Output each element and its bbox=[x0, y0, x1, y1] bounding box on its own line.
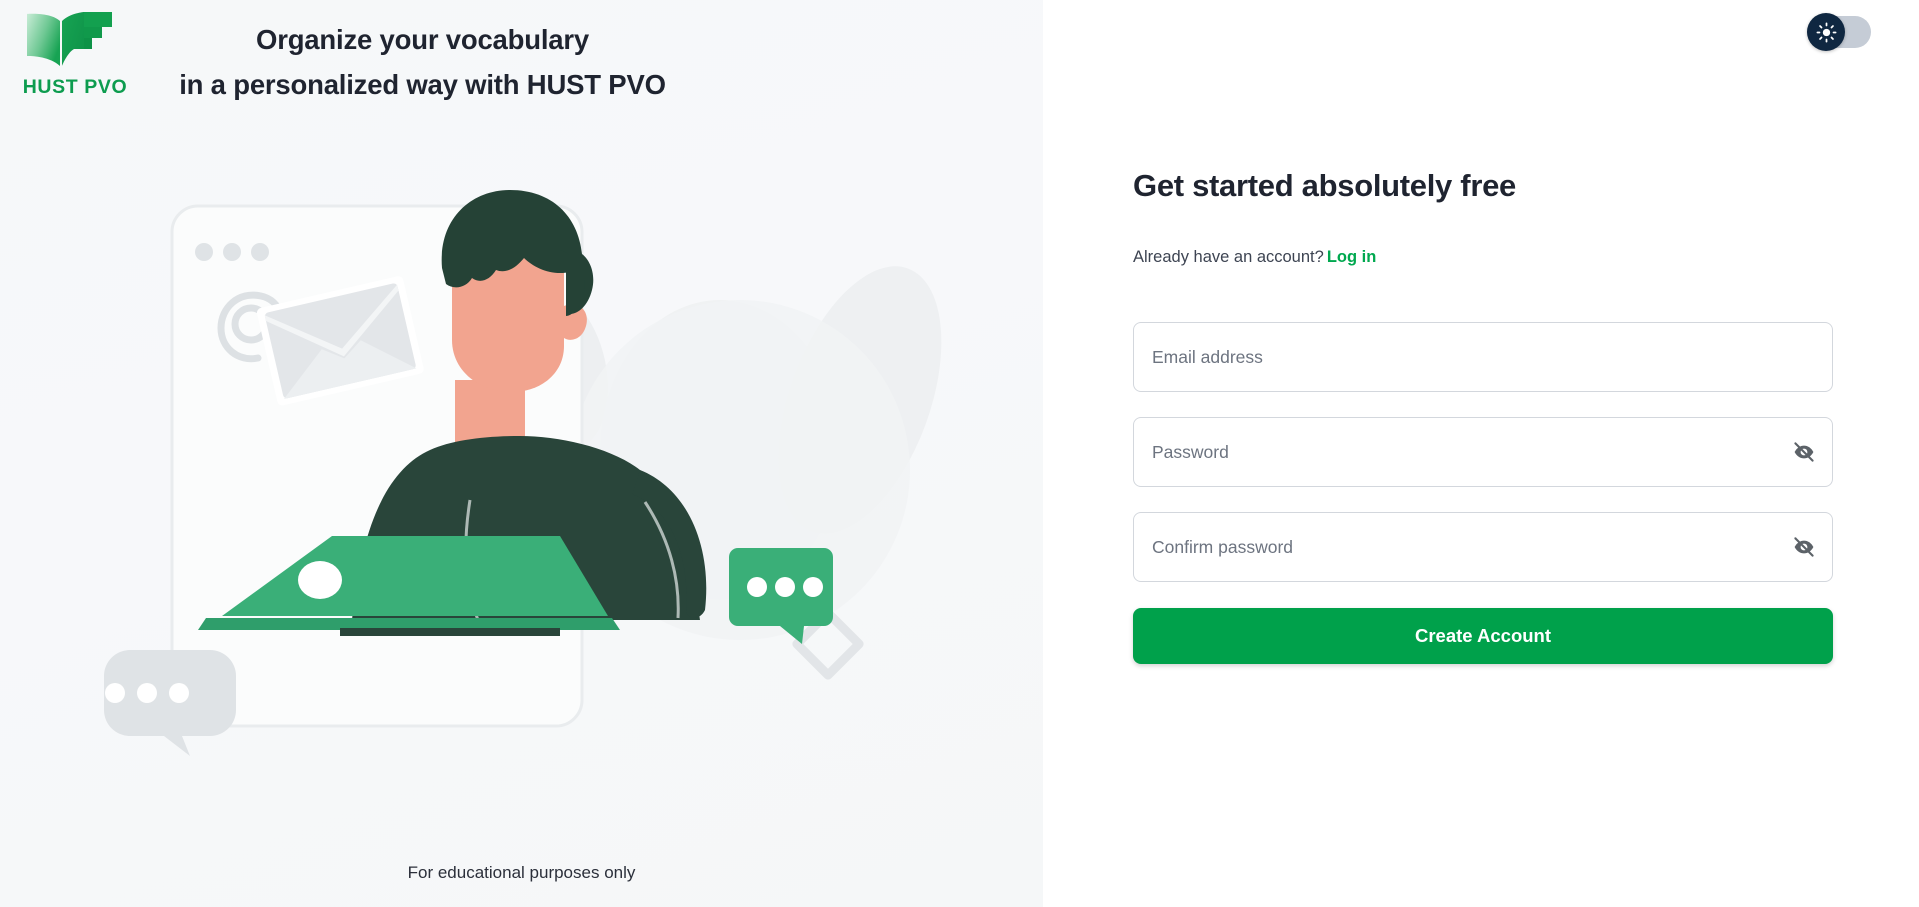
window-dot-1 bbox=[195, 243, 213, 261]
window-dot-3 bbox=[251, 243, 269, 261]
password-visibility-toggle[interactable] bbox=[1776, 418, 1832, 486]
signup-form: Get started absolutely free Already have… bbox=[1133, 0, 1853, 907]
email-input[interactable] bbox=[1134, 323, 1832, 391]
login-prompt-text: Already have an account? bbox=[1133, 248, 1324, 266]
gray-chat-bubble bbox=[104, 650, 236, 756]
marketing-headline: Organize your vocabulary in a personaliz… bbox=[150, 18, 695, 107]
login-link[interactable]: Log in bbox=[1327, 248, 1376, 266]
create-account-button[interactable]: Create Account bbox=[1133, 608, 1833, 664]
person-at-laptop-illustration bbox=[0, 150, 1043, 790]
footer-note: For educational purposes only bbox=[407, 863, 636, 882]
confirm-password-visibility-toggle[interactable] bbox=[1776, 513, 1832, 581]
window-dot-2 bbox=[223, 243, 241, 261]
marketing-panel: HUST PVO Organize your vocabulary in a p… bbox=[0, 0, 1043, 907]
headline-line-2: in a personalized way with HUST PVO bbox=[179, 68, 666, 100]
login-prompt: Already have an account? Log in bbox=[1133, 248, 1376, 267]
signup-page: HUST PVO Organize your vocabulary in a p… bbox=[0, 0, 1919, 907]
password-input[interactable] bbox=[1134, 418, 1776, 486]
email-field-wrapper[interactable] bbox=[1133, 322, 1833, 392]
page-title: Get started absolutely free bbox=[1133, 168, 1516, 203]
brand-header: HUST PVO Organize your vocabulary in a p… bbox=[0, 0, 1043, 140]
signup-form-panel: Get started absolutely free Already have… bbox=[1043, 0, 1919, 907]
eye-off-icon bbox=[1794, 442, 1814, 462]
confirm-password-input[interactable] bbox=[1134, 513, 1776, 581]
eye-off-icon bbox=[1794, 537, 1814, 557]
password-field-wrapper[interactable] bbox=[1133, 417, 1833, 487]
headline-line-1: Organize your vocabulary bbox=[256, 24, 589, 55]
brand-logo-text: HUST PVO bbox=[22, 76, 128, 98]
brand-logo[interactable]: HUST PVO bbox=[10, 8, 140, 99]
open-book-icon bbox=[27, 12, 112, 67]
confirm-password-field-wrapper[interactable] bbox=[1133, 512, 1833, 582]
